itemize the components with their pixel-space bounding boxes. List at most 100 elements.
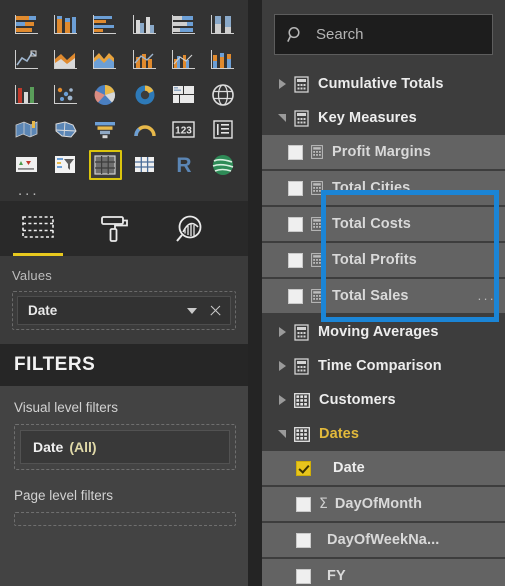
- field-checkbox[interactable]: [296, 460, 311, 476]
- paint-roller-icon: [101, 215, 128, 242]
- close-icon[interactable]: [209, 304, 222, 317]
- search-icon: [287, 27, 300, 42]
- fields-tab[interactable]: [13, 208, 63, 256]
- matrix-icon[interactable]: [88, 150, 123, 180]
- clustered-bar-chart-icon[interactable]: [89, 10, 122, 40]
- filter-chip-field: Date: [33, 439, 64, 455]
- tree-label: Customers: [319, 392, 396, 408]
- values-well-title: Values: [12, 268, 52, 283]
- multi-row-card-icon[interactable]: [207, 115, 240, 145]
- tree-group-cumulative-totals[interactable]: Cumulative Totals: [262, 67, 505, 101]
- clustered-column-chart-icon[interactable]: [128, 10, 161, 40]
- pie-chart-icon[interactable]: [89, 80, 122, 110]
- arcgis-map-icon[interactable]: [207, 150, 240, 180]
- tree-group-time-comparison[interactable]: Time Comparison: [262, 349, 505, 383]
- filters-title: FILTERS: [14, 354, 96, 375]
- field-checkbox[interactable]: [296, 568, 311, 584]
- tree-measure-total-cities[interactable]: Total Cities: [262, 171, 505, 205]
- donut-chart-icon[interactable]: [128, 80, 161, 110]
- tree-label: Dates: [319, 426, 359, 442]
- analytics-tab[interactable]: [170, 208, 210, 250]
- filled-map-icon[interactable]: [10, 115, 43, 145]
- svg-text:123: 123: [175, 126, 192, 137]
- tree-group-key-measures[interactable]: Key Measures: [262, 101, 505, 135]
- tree-field-fy[interactable]: FY: [262, 559, 505, 586]
- field-checkbox[interactable]: [296, 496, 311, 512]
- chevron-down-icon[interactable]: [274, 426, 290, 442]
- tree-label: Total Profits: [332, 252, 417, 268]
- page-level-filters-drop-zone[interactable]: [14, 512, 236, 526]
- ribbon-chart-icon[interactable]: [207, 45, 240, 75]
- kpi-icon[interactable]: [10, 150, 43, 180]
- map-icon[interactable]: [207, 80, 240, 110]
- stacked-column-chart-icon[interactable]: [49, 10, 82, 40]
- tree-field-dayofmonth[interactable]: Σ DayOfMonth: [262, 487, 505, 521]
- tree-field-date[interactable]: Date: [262, 451, 505, 485]
- field-checkbox[interactable]: [288, 252, 303, 268]
- waterfall-chart-icon[interactable]: [10, 80, 43, 110]
- format-tab[interactable]: [94, 208, 134, 250]
- field-checkbox[interactable]: [296, 532, 311, 548]
- area-chart-icon[interactable]: [49, 45, 82, 75]
- visual-level-filters-drop-zone[interactable]: Date (All): [14, 424, 236, 470]
- page-level-filters-label: Page level filters: [14, 488, 114, 503]
- gauge-chart-icon[interactable]: [128, 115, 161, 145]
- treemap-icon[interactable]: [167, 80, 200, 110]
- field-checkbox[interactable]: [288, 180, 303, 196]
- filters-header: FILTERS: [0, 344, 248, 386]
- field-checkbox[interactable]: [288, 216, 303, 232]
- chevron-down-icon[interactable]: [187, 307, 197, 314]
- chevron-right-icon[interactable]: [274, 324, 290, 340]
- tree-group-moving-averages[interactable]: Moving Averages: [262, 315, 505, 349]
- measure-icon: [311, 289, 323, 303]
- row-overflow-menu-icon[interactable]: ...: [478, 289, 496, 302]
- tree-label: Moving Averages: [318, 324, 439, 340]
- shape-map-icon[interactable]: [49, 115, 82, 145]
- scatter-chart-icon[interactable]: [49, 80, 82, 110]
- measure-table-icon: [294, 323, 309, 341]
- slicer-icon[interactable]: [49, 150, 82, 180]
- chevron-down-icon[interactable]: [274, 110, 290, 126]
- pane-tab-strip: [0, 201, 248, 256]
- hundred-percent-stacked-bar-chart-icon[interactable]: [167, 10, 200, 40]
- svg-text:R: R: [176, 154, 191, 177]
- tree-group-dates[interactable]: Dates: [262, 417, 505, 451]
- field-checkbox[interactable]: [288, 288, 303, 304]
- r-script-visual-icon[interactable]: R: [167, 150, 200, 180]
- tree-field-dayofweekname[interactable]: DayOfWeekNa...: [262, 523, 505, 557]
- tree-label: Key Measures: [318, 110, 417, 126]
- table-icon[interactable]: [128, 150, 161, 180]
- pane-divider: [248, 0, 262, 586]
- viz-row: 123: [10, 115, 240, 145]
- tree-measure-profit-margins[interactable]: Profit Margins: [262, 135, 505, 169]
- visualizations-pane: 123 R ... Values Date FILTERS Visual lev…: [0, 0, 248, 586]
- tree-measure-total-sales[interactable]: Total Sales ...: [262, 279, 505, 313]
- line-and-stacked-column-chart-icon[interactable]: [128, 45, 161, 75]
- values-drop-zone[interactable]: Date: [12, 291, 236, 330]
- search-input[interactable]: Search: [274, 14, 493, 55]
- stacked-area-chart-icon[interactable]: [89, 45, 122, 75]
- line-chart-icon[interactable]: [10, 45, 43, 75]
- hundred-percent-stacked-column-chart-icon[interactable]: [207, 10, 240, 40]
- tree-label: FY: [327, 568, 346, 584]
- tree-measure-total-costs[interactable]: Total Costs: [262, 207, 505, 241]
- search-area: Search: [262, 0, 505, 65]
- analytics-magnifier-icon: [176, 215, 202, 242]
- sum-aggregate-icon: Σ: [319, 496, 328, 512]
- chevron-right-icon[interactable]: [274, 358, 290, 374]
- chevron-right-icon[interactable]: [274, 76, 290, 92]
- tree-measure-total-profits[interactable]: Total Profits: [262, 243, 505, 277]
- field-chip-date[interactable]: Date: [17, 296, 231, 325]
- fields-tree: Cumulative Totals Key Measures Profit Ma…: [262, 65, 505, 586]
- stacked-bar-chart-icon[interactable]: [10, 10, 43, 40]
- measure-table-icon: [294, 75, 309, 93]
- more-visuals-button[interactable]: ...: [10, 183, 240, 198]
- card-icon[interactable]: 123: [167, 115, 200, 145]
- funnel-chart-icon[interactable]: [89, 115, 122, 145]
- chevron-right-icon[interactable]: [274, 392, 290, 408]
- filter-chip-date[interactable]: Date (All): [20, 430, 230, 464]
- line-and-clustered-column-chart-icon[interactable]: [167, 45, 200, 75]
- filter-chip-value: (All): [69, 439, 97, 455]
- tree-group-customers[interactable]: Customers: [262, 383, 505, 417]
- field-checkbox[interactable]: [288, 144, 303, 160]
